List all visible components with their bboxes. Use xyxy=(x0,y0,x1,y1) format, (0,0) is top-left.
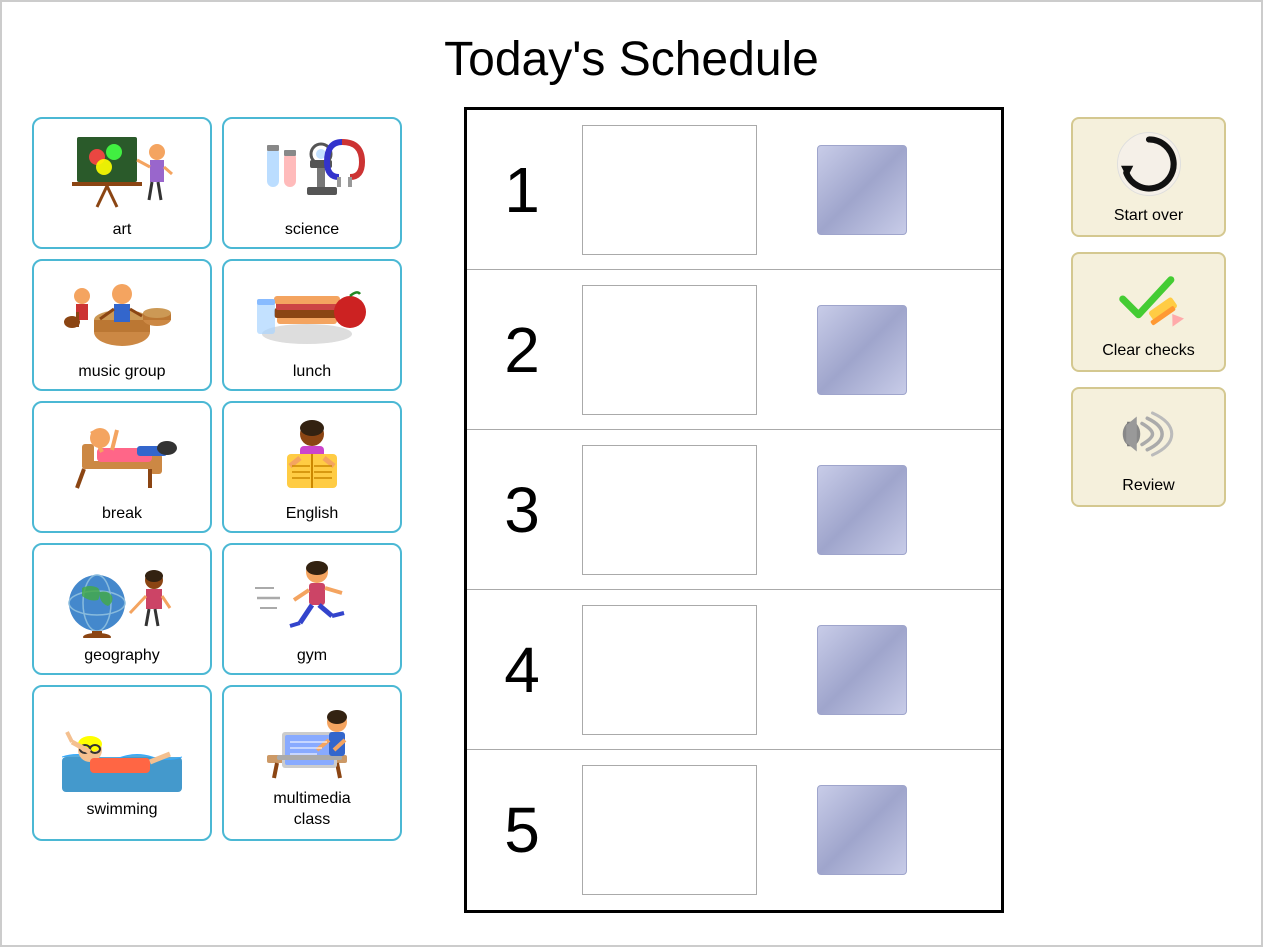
schedule-row-3: 3 xyxy=(467,430,1001,590)
row-number-5: 5 xyxy=(482,793,562,867)
english-label: English xyxy=(286,505,338,523)
multimedia-class-icon xyxy=(247,695,377,785)
activity-card-english[interactable]: English xyxy=(222,401,402,533)
lunch-icon xyxy=(247,269,377,359)
start-over-label: Start over xyxy=(1114,207,1183,225)
review-button[interactable]: Review xyxy=(1071,387,1226,507)
swimming-icon xyxy=(57,707,187,797)
english-icon xyxy=(247,411,377,501)
break-icon xyxy=(57,411,187,501)
science-label: science xyxy=(285,221,339,239)
geography-icon xyxy=(57,553,187,643)
schedule-grid: 1 2 3 4 5 xyxy=(464,107,1004,913)
swimming-label: swimming xyxy=(86,801,157,819)
clear-checks-label: Clear checks xyxy=(1102,342,1194,360)
activity-card-gym[interactable]: gym xyxy=(222,543,402,675)
activity-card-art[interactable]: art xyxy=(32,117,212,249)
activity-card-multimedia-class[interactable]: multimedia class xyxy=(222,685,402,841)
schedule-row-2: 2 xyxy=(467,270,1001,430)
gym-icon xyxy=(247,553,377,643)
action-panel: Start over Clear checks xyxy=(1056,107,1241,517)
science-icon xyxy=(247,127,377,217)
lunch-label: lunch xyxy=(293,363,331,381)
multimedia-class-label: multimedia class xyxy=(273,789,350,831)
activity-card-music-group[interactable]: music group xyxy=(32,259,212,391)
schedule-check-3[interactable] xyxy=(817,465,907,555)
schedule-check-5[interactable] xyxy=(817,785,907,875)
main-content: art xyxy=(2,107,1261,940)
start-over-icon xyxy=(1114,129,1184,199)
activity-card-break[interactable]: break xyxy=(32,401,212,533)
review-icon xyxy=(1114,399,1184,469)
schedule-area: 1 2 3 4 5 xyxy=(412,107,1056,913)
art-label: art xyxy=(113,221,132,239)
activity-card-geography[interactable]: geography xyxy=(32,543,212,675)
schedule-slot-5[interactable] xyxy=(582,765,757,895)
schedule-slot-2[interactable] xyxy=(582,285,757,415)
activity-card-swimming[interactable]: swimming xyxy=(32,685,212,841)
schedule-slot-1[interactable] xyxy=(582,125,757,255)
schedule-check-2[interactable] xyxy=(817,305,907,395)
row-number-4: 4 xyxy=(482,633,562,707)
schedule-check-1[interactable] xyxy=(817,145,907,235)
schedule-row-1: 1 xyxy=(467,110,1001,270)
clear-checks-icon xyxy=(1114,264,1184,334)
art-icon xyxy=(57,127,187,217)
schedule-row-4: 4 xyxy=(467,590,1001,750)
schedule-check-4[interactable] xyxy=(817,625,907,715)
schedule-slot-4[interactable] xyxy=(582,605,757,735)
clear-checks-button[interactable]: Clear checks xyxy=(1071,252,1226,372)
activity-card-lunch[interactable]: lunch xyxy=(222,259,402,391)
music-group-label: music group xyxy=(78,363,165,381)
row-number-3: 3 xyxy=(482,473,562,547)
gym-label: gym xyxy=(297,647,327,665)
start-over-button[interactable]: Start over xyxy=(1071,117,1226,237)
music-group-icon xyxy=(57,269,187,359)
row-number-2: 2 xyxy=(482,313,562,387)
break-label: break xyxy=(102,505,142,523)
schedule-row-5: 5 xyxy=(467,750,1001,910)
schedule-slot-3[interactable] xyxy=(582,445,757,575)
geography-label: geography xyxy=(84,647,160,665)
row-number-1: 1 xyxy=(482,153,562,227)
page-title: Today's Schedule xyxy=(2,2,1261,107)
activity-card-science[interactable]: science xyxy=(222,117,402,249)
review-label: Review xyxy=(1122,477,1174,495)
activity-panel: art xyxy=(22,107,412,851)
